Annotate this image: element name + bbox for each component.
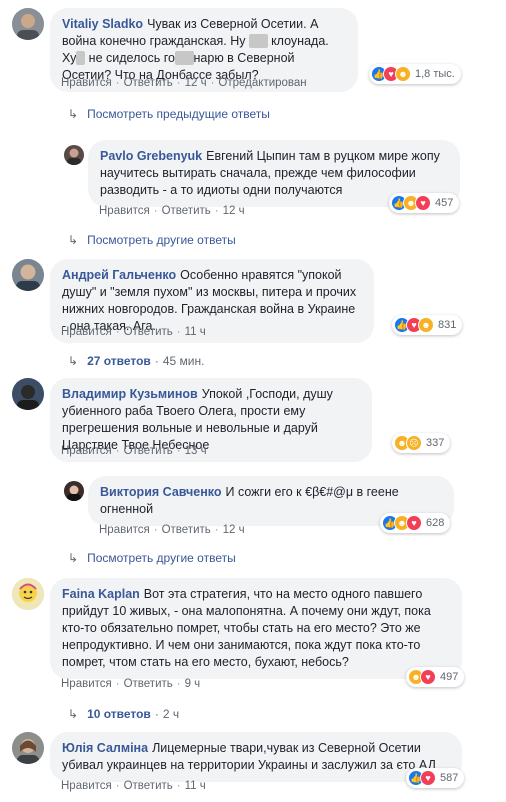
like-link[interactable]: Нравится <box>61 780 112 792</box>
reply-arrow-icon: ↳ <box>68 354 79 368</box>
comment-bubble: Faina Kaplan Вот эта стратегия, что на ме… <box>50 578 462 679</box>
avatar-faina-kaplan[interactable] <box>12 578 44 610</box>
edited-label[interactable]: Отредактирован <box>218 77 306 89</box>
reply-link[interactable]: Ответить <box>162 524 211 536</box>
avatar-vladimir-kuzminov[interactable] <box>12 378 44 410</box>
comment-author[interactable]: Pavlo Grebenyuk <box>100 149 202 163</box>
reply-arrow-icon: ↳ <box>68 707 79 721</box>
reactions-summary[interactable]: ☻ ☹ 337 <box>392 433 451 453</box>
reactions-summary[interactable]: ☻ ♥ 497 <box>406 667 465 687</box>
view-other-replies-link[interactable]: ↳ Посмотреть другие ответы <box>68 233 236 247</box>
censored-word: * <box>76 51 86 65</box>
comment-author[interactable]: Vitaliy Sladko <box>62 17 143 31</box>
comment-author[interactable]: Юлія Салміна <box>62 741 148 755</box>
timestamp[interactable]: 9 ч <box>185 678 201 690</box>
reactions-summary[interactable]: 👍 ♥ ☻ 831 <box>392 315 463 335</box>
comment-actions: Нравится · Ответить · 12 ч · Отредактирован <box>61 77 307 89</box>
like-link[interactable]: Нравится <box>99 524 150 536</box>
comment-actions: Нравится · Ответить · 11 ч <box>61 780 206 792</box>
timestamp[interactable]: 13 ч <box>185 445 207 457</box>
reply-link[interactable]: Ответить <box>124 326 173 338</box>
reactions-summary[interactable]: 👍 ♥ 587 <box>406 768 465 788</box>
sad-reaction-icon: ☹ <box>406 435 422 451</box>
avatar-yulia-salmina[interactable] <box>12 732 44 764</box>
reaction-count: 497 <box>440 671 459 683</box>
comment-actions: Нравится · Ответить · 12 ч <box>99 205 245 217</box>
reaction-count: 587 <box>440 772 459 784</box>
comment-actions: Нравится · Ответить · 9 ч <box>61 678 201 690</box>
love-reaction-icon: ♥ <box>420 770 436 786</box>
comment-actions: Нравится · Ответить · 12 ч <box>99 524 245 536</box>
love-reaction-icon: ♥ <box>420 669 436 685</box>
timestamp[interactable]: 12 ч <box>223 524 245 536</box>
love-reaction-icon: ♥ <box>415 195 431 211</box>
like-link[interactable]: Нравится <box>61 445 112 457</box>
censored-word: *** <box>174 51 194 65</box>
reply-arrow-icon: ↳ <box>68 107 79 121</box>
view-previous-replies-link[interactable]: ↳ Посмотреть предыдущие ответы <box>68 107 270 121</box>
replies-time: 2 ч <box>162 707 180 721</box>
reaction-count: 337 <box>426 437 445 449</box>
reply-arrow-icon: ↳ <box>68 551 79 565</box>
timestamp[interactable]: 11 ч <box>185 780 206 792</box>
reply-link[interactable]: Ответить <box>124 780 173 792</box>
reaction-count: 831 <box>438 319 457 331</box>
like-link[interactable]: Нравится <box>61 326 112 338</box>
timestamp[interactable]: 12 ч <box>223 205 245 217</box>
comment-author[interactable]: Faina Kaplan <box>62 587 140 601</box>
like-link[interactable]: Нравится <box>61 77 112 89</box>
view-other-replies-link[interactable]: ↳ Посмотреть другие ответы <box>68 551 236 565</box>
reply-arrow-icon: ↳ <box>68 233 79 247</box>
avatar-pavlo-grebenyuk[interactable] <box>64 145 84 165</box>
like-link[interactable]: Нравится <box>99 205 150 217</box>
reply-link[interactable]: Ответить <box>162 205 211 217</box>
timestamp[interactable]: 11 ч <box>185 326 206 338</box>
replies-time: 45 мин. <box>162 354 205 368</box>
reaction-count: 1,8 тыс. <box>415 68 455 80</box>
replies-count-link[interactable]: ↳ 27 ответов · 45 мин. <box>68 354 204 368</box>
reactions-summary[interactable]: 👍 ☻ ♥ 628 <box>380 513 451 533</box>
censored-word: *** <box>249 34 268 48</box>
timestamp[interactable]: 12 ч <box>185 77 207 89</box>
like-link[interactable]: Нравится <box>61 678 112 690</box>
reactions-summary[interactable]: 👍 ☻ ♥ 457 <box>389 193 460 213</box>
comment-bubble: Юлія Салміна Лицемерные твари,чувак из Се… <box>50 732 462 782</box>
reply-link[interactable]: Ответить <box>124 445 173 457</box>
avatar-vitaliy-sladko[interactable] <box>12 8 44 40</box>
comment-actions: Нравится · Ответить · 11 ч <box>61 326 206 338</box>
reply-link[interactable]: Ответить <box>124 77 173 89</box>
reactions-summary[interactable]: 👍 ♥ ☻ 1,8 тыс. <box>369 64 461 84</box>
comment-author[interactable]: Виктория Савченко <box>100 485 221 499</box>
reaction-count: 457 <box>435 197 454 209</box>
avatar-andrey-galchenko[interactable] <box>12 259 44 291</box>
replies-count-link[interactable]: ↳ 10 ответов · 2 ч <box>68 707 179 721</box>
reply-link[interactable]: Ответить <box>124 678 173 690</box>
love-reaction-icon: ♥ <box>406 515 422 531</box>
avatar-viktoriya-savchenko[interactable] <box>64 481 84 501</box>
haha-reaction-icon: ☻ <box>418 317 434 333</box>
comment-author[interactable]: Владимир Кузьминов <box>62 387 198 401</box>
haha-reaction-icon: ☻ <box>395 66 411 82</box>
reaction-count: 628 <box>426 517 445 529</box>
comment-actions: Нравится · Ответить · 13 ч <box>61 445 207 457</box>
comment-author[interactable]: Андрей Гальченко <box>62 268 176 282</box>
